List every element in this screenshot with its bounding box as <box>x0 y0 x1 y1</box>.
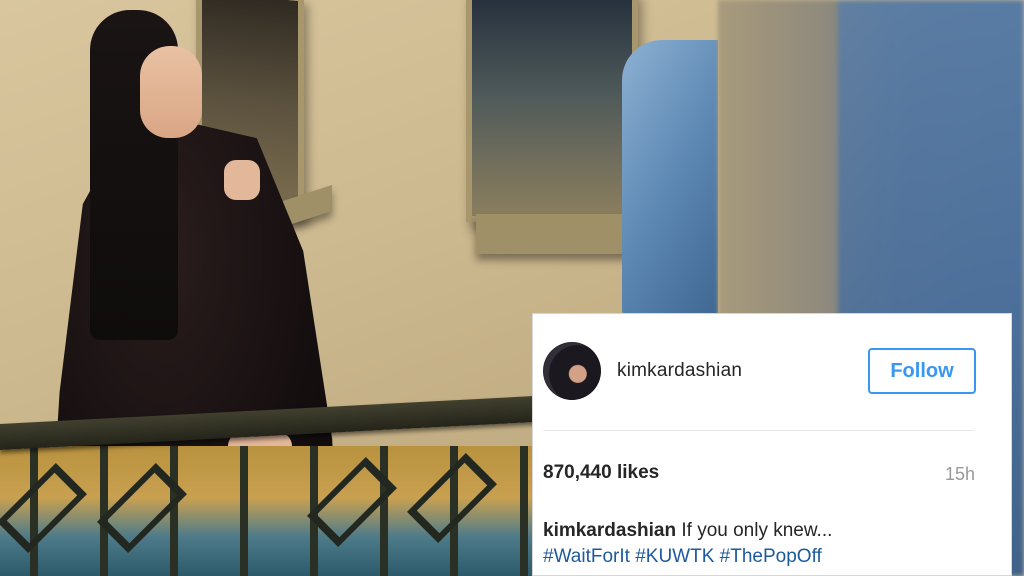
railing-ornament <box>97 463 187 553</box>
caption-text: If you only knew... <box>681 520 833 541</box>
post-caption: kimkardashian If you only knew... #WaitF… <box>543 518 983 570</box>
caption-line: kimkardashian If you only knew... <box>543 518 983 544</box>
header-divider <box>543 430 975 431</box>
hashtag-link[interactable]: #KUWTK <box>635 546 714 567</box>
post-timestamp: 15h <box>944 464 975 484</box>
railing-ornament <box>0 463 87 553</box>
hand-on-chest <box>224 160 260 200</box>
like-count[interactable]: 870,440 likes <box>543 462 659 484</box>
post-header: kimkardashian Follow <box>533 314 1011 430</box>
avatar[interactable] <box>543 342 601 400</box>
wall-window-right <box>466 0 638 222</box>
window-ledge-right <box>476 214 636 254</box>
railing-ornament <box>407 453 497 543</box>
follow-button[interactable]: Follow <box>868 348 976 394</box>
hashtag-link[interactable]: #WaitForIt <box>543 546 630 567</box>
instagram-post-card: kimkardashian Follow 870,440 likes 15h k… <box>532 313 1012 576</box>
hashtag-list: #WaitForIt #KUWTK #ThePopOff <box>543 544 983 570</box>
hashtag-link[interactable]: #ThePopOff <box>720 546 822 567</box>
caption-username[interactable]: kimkardashian <box>543 520 676 541</box>
post-username[interactable]: kimkardashian <box>617 360 742 382</box>
railing-ornament <box>307 457 397 547</box>
face <box>140 46 202 138</box>
denim-jacket-figure <box>622 40 718 320</box>
